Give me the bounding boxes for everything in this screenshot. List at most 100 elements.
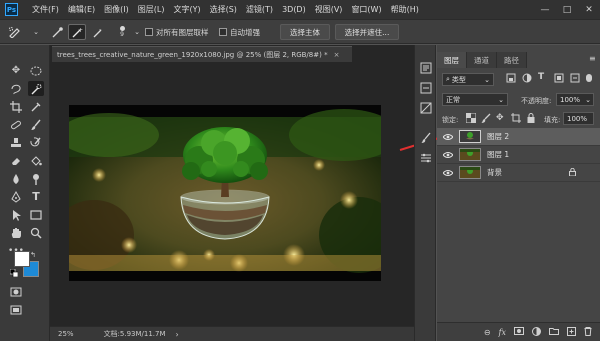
auto-enhance-label: 自动增强 — [230, 28, 260, 37]
visibility-eye-icon[interactable] — [441, 169, 455, 176]
panel-menu-icon[interactable]: ≡ — [589, 54, 596, 63]
tab-close-icon[interactable]: × — [334, 51, 340, 59]
new-selection-icon[interactable] — [48, 24, 66, 40]
type-tool-icon[interactable]: T — [28, 189, 44, 204]
menu-help[interactable]: 帮助(H) — [391, 4, 419, 15]
tab-layers[interactable]: 图层 — [437, 52, 467, 68]
eyedropper-tool-icon[interactable] — [28, 99, 44, 114]
close-button[interactable]: ✕ — [578, 0, 600, 19]
marquee-tool-icon[interactable] — [28, 63, 44, 78]
menu-select[interactable]: 选择(S) — [210, 4, 237, 15]
menu-type[interactable]: 文字(Y) — [173, 4, 200, 15]
filter-adjustment-icon[interactable] — [522, 73, 534, 85]
status-bar: 25% 文档:5.93M/11.7M › — [50, 326, 414, 341]
status-menu-arrow-icon[interactable]: › — [176, 330, 179, 339]
paint-bucket-tool-icon[interactable] — [28, 153, 44, 168]
crop-tool-icon[interactable] — [8, 99, 24, 114]
quick-select-preset-icon[interactable] — [6, 24, 24, 40]
blur-tool-icon[interactable] — [8, 171, 24, 186]
dodge-tool-icon[interactable] — [28, 171, 44, 186]
subtract-from-selection-icon[interactable]: - — [89, 24, 107, 40]
layer-row[interactable]: 图层 1 — [437, 146, 600, 164]
layer-thumbnail — [459, 148, 481, 161]
swap-colors-icon[interactable]: ↰ — [30, 251, 36, 259]
document-tab[interactable]: trees_trees_creative_nature_green_1920x1… — [52, 46, 352, 62]
history-panel-icon[interactable] — [419, 61, 433, 75]
path-selection-tool-icon[interactable] — [8, 207, 24, 222]
sample-all-layers-checkbox[interactable] — [145, 28, 153, 36]
brush-size-chevron-icon[interactable]: ⌄ — [128, 24, 146, 40]
maximize-button[interactable]: □ — [556, 0, 578, 19]
layer-name: 图层 1 — [487, 150, 510, 159]
canvas-image[interactable] — [69, 105, 381, 281]
quick-mask-icon[interactable] — [8, 284, 24, 299]
lock-all-icon[interactable] — [526, 113, 537, 124]
menu-3d[interactable]: 3D(D) — [282, 5, 306, 14]
add-to-selection-icon[interactable]: + — [68, 24, 86, 40]
menu-filter[interactable]: 滤镜(T) — [246, 4, 273, 15]
menu-view[interactable]: 视图(V) — [315, 4, 343, 15]
auto-enhance-checkbox[interactable] — [219, 28, 227, 36]
filter-toggle-icon[interactable] — [586, 73, 594, 85]
document-info: 文档:5.93M/11.7M — [103, 330, 166, 338]
preset-dropdown-chevron-icon[interactable]: ⌄ — [27, 24, 45, 40]
minimize-button[interactable]: — — [534, 0, 556, 19]
tab-channels[interactable]: 通道 — [467, 52, 497, 68]
clone-stamp-tool-icon[interactable] — [8, 135, 24, 150]
zoom-tool-icon[interactable] — [28, 225, 44, 240]
layers-panel-footer: ⊖ fx — [437, 322, 600, 341]
select-subject-button[interactable]: 选择主体 — [280, 24, 330, 40]
blend-mode-dropdown[interactable]: 正常 ⌄ — [442, 93, 508, 106]
eraser-tool-icon[interactable] — [8, 153, 24, 168]
properties-panel-icon[interactable] — [419, 81, 433, 95]
menu-edit[interactable]: 编辑(E) — [68, 4, 95, 15]
layer-style-icon[interactable]: fx — [499, 328, 506, 337]
menu-image[interactable]: 图像(I) — [104, 4, 129, 15]
healing-brush-tool-icon[interactable] — [8, 117, 24, 132]
tab-paths[interactable]: 路径 — [497, 52, 527, 68]
quick-selection-tool-icon[interactable] — [28, 81, 44, 96]
link-layers-icon[interactable]: ⊖ — [484, 328, 491, 337]
menu-window[interactable]: 窗口(W) — [351, 4, 381, 15]
foreground-color-swatch[interactable] — [14, 251, 30, 267]
fill-input[interactable]: 100% — [563, 112, 594, 125]
layers-panel — [437, 45, 600, 341]
menu-file[interactable]: 文件(F) — [32, 4, 59, 15]
pen-tool-icon[interactable] — [8, 189, 24, 204]
brush-tool-icon[interactable] — [28, 117, 44, 132]
tool-presets-icon[interactable] — [419, 151, 433, 165]
opacity-input[interactable]: 100% ⌄ — [556, 93, 594, 106]
lock-transparent-pixels-icon[interactable] — [465, 112, 477, 124]
filter-smart-object-icon[interactable] — [570, 73, 582, 85]
zoom-level[interactable]: 25% — [58, 330, 74, 338]
filter-type-icon[interactable]: T — [538, 72, 544, 82]
new-layer-icon[interactable] — [567, 326, 576, 338]
filter-pixel-icon[interactable] — [506, 73, 518, 85]
select-and-mask-button[interactable]: 选择并遮住... — [335, 24, 399, 40]
layer-filter-dropdown[interactable]: ⌕ 类型 ⌄ — [442, 73, 494, 86]
visibility-eye-icon[interactable] — [441, 151, 455, 158]
hand-tool-icon[interactable] — [8, 225, 24, 240]
filter-shape-icon[interactable] — [554, 73, 566, 85]
filter-search-icon: ⌕ — [446, 75, 450, 83]
panel-tabs: 图层 通道 路径 — [437, 52, 600, 68]
menu-layer[interactable]: 图层(L) — [138, 4, 165, 15]
default-colors-icon[interactable] — [9, 268, 19, 278]
visibility-eye-icon[interactable] — [441, 133, 455, 140]
screen-mode-icon[interactable] — [8, 302, 24, 317]
adjustments-panel-icon[interactable] — [419, 101, 433, 115]
lasso-tool-icon[interactable] — [8, 81, 24, 96]
rectangle-tool-icon[interactable] — [28, 207, 44, 222]
lock-image-pixels-icon[interactable] — [481, 113, 492, 124]
new-adjustment-layer-icon[interactable] — [532, 326, 541, 338]
add-mask-icon[interactable] — [514, 327, 524, 337]
layer-row[interactable]: 背景 — [437, 164, 600, 182]
layer-row[interactable]: 图层 2 — [437, 128, 600, 146]
lock-artboard-icon[interactable] — [511, 113, 522, 124]
brush-settings-icon[interactable] — [419, 131, 433, 145]
lock-position-icon[interactable]: ✥ — [496, 113, 507, 124]
history-brush-tool-icon[interactable] — [28, 135, 44, 150]
move-tool-icon[interactable]: ✥ — [8, 63, 24, 78]
new-group-icon[interactable] — [549, 327, 559, 337]
delete-layer-icon[interactable] — [584, 326, 592, 338]
